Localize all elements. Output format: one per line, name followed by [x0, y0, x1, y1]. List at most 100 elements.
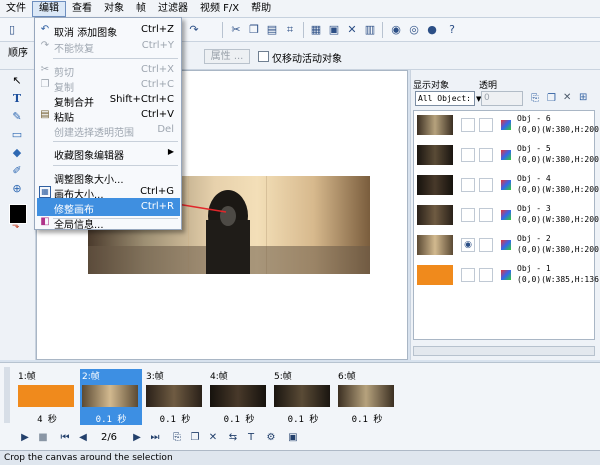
menu-video-fx[interactable]: 视频 F/X [194, 1, 245, 17]
delete-icon[interactable]: ✕ [344, 22, 360, 38]
object-thumbnail [417, 145, 453, 165]
duplicate-object-icon[interactable]: ❐ [547, 93, 556, 104]
previous-frame-icon[interactable]: ◀ [76, 431, 90, 445]
web-icon[interactable]: ◎ [406, 22, 422, 38]
menu-item-redo[interactable]: ↷ 不能恢复 Ctrl+Y [37, 37, 180, 55]
object-row[interactable]: ◉ Obj - 2 (0,0)(W:380,H:200 [415, 232, 599, 258]
eyedropper-tool-icon[interactable]: ✐ [10, 164, 24, 178]
last-frame-icon[interactable]: ⏭ [148, 431, 162, 445]
color-table-icon[interactable] [501, 120, 511, 130]
edit-menu-dropdown: ↶ 取消 添加图象 Ctrl+Z ↷ 不能恢复 Ctrl+Y ✂ 剪切 Ctrl… [34, 17, 182, 231]
copy-icon[interactable]: ❐ [246, 22, 262, 38]
frame-thumbnail[interactable]: 4:帧 0.1 秒 [208, 369, 270, 425]
eraser-tool-icon[interactable]: ▭ [10, 128, 24, 142]
paste-icon[interactable]: ▤ [264, 22, 280, 38]
frame-properties-icon[interactable]: ⚙ [264, 431, 278, 445]
object-row[interactable]: Obj - 3 (0,0)(W:380,H:200 [415, 202, 599, 228]
visibility-toggle[interactable] [461, 268, 475, 282]
help-cursor-icon[interactable]: ? [444, 22, 460, 38]
frame-label: 2:帧 [82, 372, 100, 382]
stop-icon[interactable]: ■ [36, 431, 50, 445]
optimize-icon[interactable]: ● [424, 22, 440, 38]
menu-object[interactable]: 对象 [98, 1, 130, 17]
crop-icon[interactable]: ⌗ [282, 22, 298, 38]
color-table-icon[interactable] [501, 240, 511, 250]
redo-arrow-icon[interactable]: ↷ [186, 22, 202, 38]
lock-toggle[interactable] [479, 208, 493, 222]
frame-thumbnail[interactable]: 5:帧 0.1 秒 [272, 369, 334, 425]
object-filter-select[interactable]: All Object: [415, 91, 475, 106]
frame-text-icon[interactable]: T [244, 431, 258, 445]
object-row[interactable]: Obj - 5 (0,0)(W:380,H:200 [415, 142, 599, 168]
color-table-icon[interactable] [501, 180, 511, 190]
color-table-icon[interactable] [501, 270, 511, 280]
merge-object-icon[interactable]: ⊞ [579, 92, 587, 103]
first-frame-icon[interactable]: ⏮ [58, 431, 72, 445]
lock-toggle[interactable] [479, 178, 493, 192]
menu-help[interactable]: 帮助 [245, 1, 277, 17]
timeline-handle[interactable] [4, 367, 10, 423]
object-info: (0,0)(W:380,H:200 [517, 185, 599, 194]
frame-thumbnail[interactable]: 3:帧 0.1 秒 [144, 369, 206, 425]
globe-icon[interactable]: ◉ [388, 22, 404, 38]
pointer-tool-icon[interactable]: ↖ [10, 74, 24, 88]
select-icon[interactable]: ▣ [326, 22, 342, 38]
horizontal-scrollbar[interactable] [413, 346, 595, 356]
duplicate-frame-icon[interactable]: ❐ [188, 431, 202, 445]
image-icon[interactable]: ▥ [362, 22, 378, 38]
opacity-input[interactable]: 0 [481, 91, 523, 106]
color-table-icon[interactable] [501, 210, 511, 220]
new-file-icon[interactable]: ▯ [4, 22, 20, 38]
save-frames-icon[interactable]: ▣ [286, 431, 300, 445]
menu-item-global-info[interactable]: ◧ 全局信息... [37, 213, 180, 231]
zoom-tool-icon[interactable]: ⊕ [10, 182, 24, 196]
menu-frame[interactable]: 帧 [130, 1, 152, 17]
frame-thumbnail[interactable]: 1:帧 4 秒 [16, 369, 78, 425]
object-info: (0,0)(W:380,H:200 [517, 125, 599, 134]
lock-toggle[interactable] [479, 268, 493, 282]
fill-tool-icon[interactable]: ◆ [10, 146, 24, 160]
object-row[interactable]: Obj - 1 (0,0)(W:385,H:136 [415, 262, 599, 288]
visibility-toggle[interactable] [461, 118, 475, 132]
reverse-frames-icon[interactable]: ⇆ [226, 431, 240, 445]
visibility-toggle[interactable] [461, 148, 475, 162]
add-frame-icon[interactable]: ⎘ [170, 431, 184, 445]
menu-file[interactable]: 文件 [0, 1, 32, 17]
properties-button[interactable]: 属性 ... [204, 49, 250, 64]
menu-item-create-transparent-selection[interactable]: 创建选择透明范围 Del [37, 121, 180, 139]
menu-separator [53, 58, 178, 59]
text-tool-icon[interactable]: T [10, 92, 24, 106]
new-object-icon[interactable]: ⎘ [531, 93, 539, 104]
object-row[interactable]: Obj - 4 (0,0)(W:380,H:200 [415, 172, 599, 198]
menu-item-label: 全局信息... [54, 220, 104, 231]
move-active-only-checkbox[interactable] [258, 51, 269, 62]
cut-icon[interactable]: ✂ [228, 22, 244, 38]
lock-toggle[interactable] [479, 238, 493, 252]
swap-colors-icon[interactable]: ⬎ [12, 221, 20, 231]
brush-tool-icon[interactable]: ✎ [10, 110, 24, 124]
frame-thumbnail[interactable]: 6:帧 0.1 秒 [336, 369, 398, 425]
eye-icon[interactable]: ◉ [461, 238, 475, 252]
next-frame-icon[interactable]: ▶ [130, 431, 144, 445]
menu-item-favorite-image-editor[interactable]: 收藏图象编辑器 ▶ [37, 144, 180, 162]
menu-edit[interactable]: 编辑 [32, 0, 66, 17]
status-bar: Crop the canvas around the selection [0, 450, 600, 465]
object-row[interactable]: Obj - 6 (0,0)(W:380,H:200 [415, 112, 599, 138]
visibility-toggle[interactable] [461, 178, 475, 192]
frame-image [210, 385, 266, 407]
visibility-toggle[interactable] [461, 208, 475, 222]
frame-label: 3:帧 [146, 372, 164, 382]
grid-icon[interactable]: ▦ [308, 22, 324, 38]
object-filter-value: All Object: [418, 94, 471, 103]
delete-object-icon[interactable]: ✕ [563, 92, 571, 103]
frame-thumbnail[interactable]: 2:帧 0.1 秒 [80, 369, 142, 425]
color-table-icon[interactable] [501, 150, 511, 160]
lock-toggle[interactable] [479, 148, 493, 162]
menu-filter[interactable]: 过滤器 [152, 1, 194, 17]
delete-frame-icon[interactable]: ✕ [206, 431, 220, 445]
lock-toggle[interactable] [479, 118, 493, 132]
play-icon[interactable]: ▶ [18, 431, 32, 445]
menu-view[interactable]: 查看 [66, 1, 98, 17]
frame-image [82, 385, 138, 407]
frame-label: 4:帧 [210, 372, 228, 382]
